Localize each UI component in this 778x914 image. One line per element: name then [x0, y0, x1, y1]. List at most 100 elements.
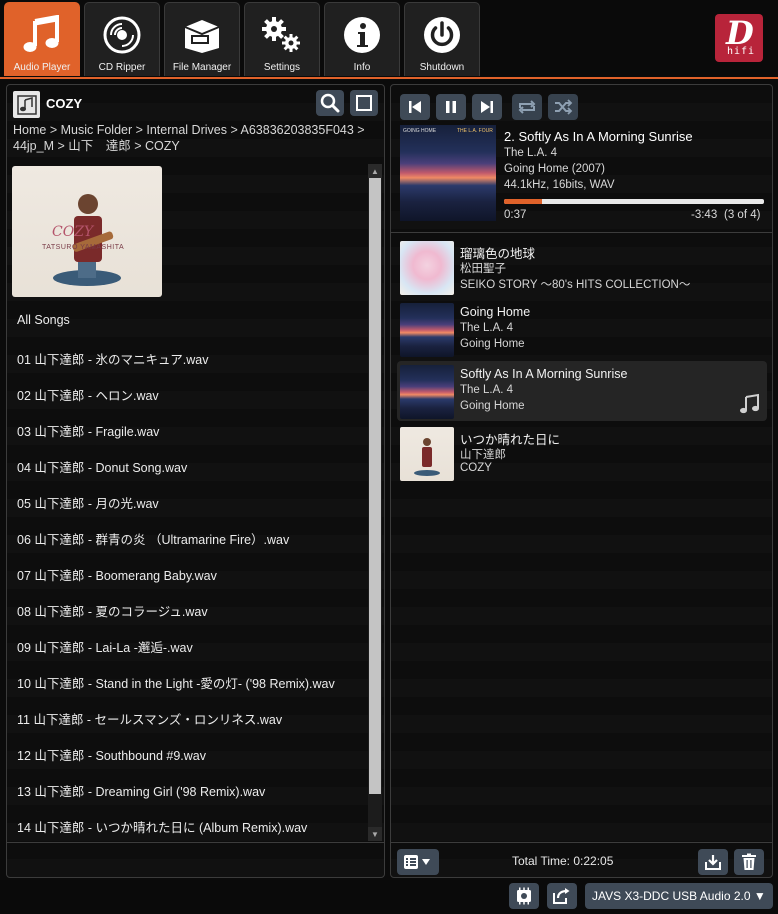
logo-sub: hifi — [727, 46, 756, 57]
cover-figure-art — [414, 438, 440, 476]
queue-item-current[interactable]: Softly As In A Morning Sunrise The L.A. … — [397, 361, 767, 421]
queue-item[interactable]: いつか晴れた日に 山下達郎 COZY — [397, 423, 767, 483]
play-queue: 瑠璃色の地球 松田聖子 SEIKO STORY 〜80's HITS COLLE… — [391, 237, 772, 837]
list-item[interactable]: 01 山下達郎 - 氷のマニキュア.wav — [17, 349, 208, 368]
audio-device-settings-button[interactable] — [509, 883, 539, 909]
progress-bar[interactable] — [504, 199, 764, 204]
disc-icon — [100, 13, 144, 57]
album-cover[interactable]: COZY TATSURO YAMASHITA — [12, 166, 162, 297]
previous-button[interactable] — [400, 94, 430, 120]
list-item[interactable]: 07 山下達郎 - Boomerang Baby.wav — [17, 565, 217, 584]
queue-artist: The L.A. 4 — [460, 384, 514, 396]
tab-shutdown[interactable]: Shutdown — [404, 2, 480, 76]
output-switch-button[interactable] — [547, 883, 577, 909]
breadcrumb[interactable]: Home > Music Folder > Internal Drives > … — [13, 122, 378, 154]
audio-device-label: JAVS X3-DDC USB Audio 2.0 ▼ — [592, 889, 766, 903]
list-menu-icon — [404, 855, 430, 869]
list-item[interactable]: 09 山下達郎 - Lai-La -邂逅-.wav — [17, 637, 193, 656]
repeat-icon — [518, 100, 536, 114]
save-playlist-button[interactable] — [698, 849, 728, 875]
trash-icon — [742, 853, 756, 870]
queue-item[interactable]: Going Home The L.A. 4 Going Home — [397, 299, 767, 359]
tab-info[interactable]: Info — [324, 2, 400, 76]
queue-cover — [400, 427, 454, 481]
now-playing-music-icon — [740, 393, 759, 414]
tab-audio-player[interactable]: Audio Player — [4, 2, 80, 76]
tab-label: File Manager — [172, 62, 232, 73]
all-songs-item[interactable]: All Songs — [17, 313, 70, 327]
queue-cover — [400, 365, 454, 419]
tab-label: Info — [353, 62, 371, 73]
tab-label: CD Ripper — [98, 62, 146, 73]
tab-label: Shutdown — [419, 62, 465, 73]
now-playing-album: Going Home (2007) — [504, 163, 605, 175]
tab-cd-ripper[interactable]: CD Ripper — [84, 2, 160, 76]
folder-icon — [13, 91, 40, 118]
download-tray-icon — [705, 855, 721, 870]
scroll-down-icon[interactable]: ▼ — [368, 827, 382, 841]
pause-button[interactable] — [436, 94, 466, 120]
tab-file-manager[interactable]: File Manager — [164, 2, 240, 76]
queue-artist: 松田聖子 — [460, 263, 506, 275]
pause-icon — [446, 101, 456, 113]
list-item[interactable]: 05 山下達郎 - 月の光.wav — [17, 493, 159, 512]
tab-settings[interactable]: Settings — [244, 2, 320, 76]
now-playing-format: 44.1kHz, 16bits, WAV — [504, 179, 615, 191]
queue-title: Softly As In A Morning Sunrise — [460, 367, 628, 381]
list-item[interactable]: 03 山下達郎 - Fragile.wav — [17, 421, 159, 440]
left-panel-footer — [7, 842, 384, 843]
search-icon — [320, 93, 340, 113]
list-item[interactable]: 10 山下達郎 - Stand in the Light -愛の灯- ('98 … — [17, 673, 335, 692]
now-playing-cover: GOING HOME THE L.A. FOUR — [400, 125, 496, 221]
cover-text-left: GOING HOME — [403, 128, 437, 134]
queue-cover — [400, 241, 454, 295]
select-toggle-button[interactable] — [350, 90, 378, 116]
music-note-icon — [20, 13, 64, 57]
queue-menu-button[interactable] — [397, 849, 439, 875]
library-browser-panel: COZY Home > Music Folder > Internal Driv… — [6, 84, 385, 878]
list-item[interactable]: 08 山下達郎 - 夏のコラージュ.wav — [17, 601, 208, 620]
queue-album: SEIKO STORY 〜80's HITS COLLECTION〜 — [460, 279, 691, 291]
list-item[interactable]: 12 山下達郎 - Southbound #9.wav — [17, 745, 206, 764]
queue-item[interactable]: 瑠璃色の地球 松田聖子 SEIKO STORY 〜80's HITS COLLE… — [397, 237, 767, 297]
power-icon — [420, 13, 464, 57]
audio-device-select[interactable]: JAVS X3-DDC USB Audio 2.0 ▼ — [585, 883, 773, 909]
song-list-scrollbar[interactable]: ▲ ▼ — [368, 164, 382, 841]
search-button[interactable] — [316, 90, 344, 116]
list-item[interactable]: 13 山下達郎 - Dreaming Girl ('98 Remix).wav — [17, 781, 265, 800]
player-panel: GOING HOME THE L.A. FOUR 2. Softly As In… — [390, 84, 773, 878]
scroll-thumb[interactable] — [369, 178, 381, 794]
status-bar: JAVS X3-DDC USB Audio 2.0 ▼ — [0, 880, 778, 914]
chip-icon — [517, 887, 531, 905]
repeat-button[interactable] — [512, 94, 542, 120]
list-item[interactable]: 04 山下達郎 - Donut Song.wav — [17, 457, 187, 476]
top-navigation-bar: Audio Player CD Ripper File Manager Sett… — [0, 0, 778, 79]
list-item[interactable]: 02 山下達郎 - ヘロン.wav — [17, 385, 159, 404]
square-icon — [356, 95, 372, 111]
progress-fill — [504, 199, 542, 204]
total-time: Total Time: 0:22:05 — [512, 854, 614, 868]
now-playing-artist: The L.A. 4 — [504, 147, 558, 159]
list-item[interactable]: 11 山下達郎 - セールスマンズ・ロンリネス.wav — [17, 709, 282, 728]
track-position: (3 of 4) — [724, 209, 761, 221]
cover-title: COZY — [52, 224, 94, 240]
cover-artist: TATSURO YAMASHITA — [42, 244, 125, 251]
queue-artist: 山下達郎 — [460, 449, 506, 461]
queue-album: COZY — [460, 462, 492, 474]
folder-box-icon — [180, 13, 224, 57]
queue-title: Going Home — [460, 305, 531, 319]
queue-artist: The L.A. 4 — [460, 322, 514, 334]
queue-album: Going Home — [460, 338, 525, 350]
list-item[interactable]: 06 山下達郎 - 群青の炎 （Ultramarine Fire）.wav — [17, 529, 289, 548]
clear-queue-button[interactable] — [734, 849, 764, 875]
gears-icon — [260, 13, 304, 57]
shuffle-button[interactable] — [548, 94, 578, 120]
folder-title: COZY — [46, 96, 83, 111]
list-item[interactable]: 14 山下達郎 - いつか晴れた日に (Album Remix).wav — [17, 817, 307, 836]
divider — [391, 842, 772, 843]
elapsed-time: 0:37 — [504, 209, 527, 221]
next-button[interactable] — [472, 94, 502, 120]
queue-album: Going Home — [460, 400, 525, 412]
skip-forward-icon — [481, 101, 493, 113]
scroll-up-icon[interactable]: ▲ — [368, 164, 382, 178]
